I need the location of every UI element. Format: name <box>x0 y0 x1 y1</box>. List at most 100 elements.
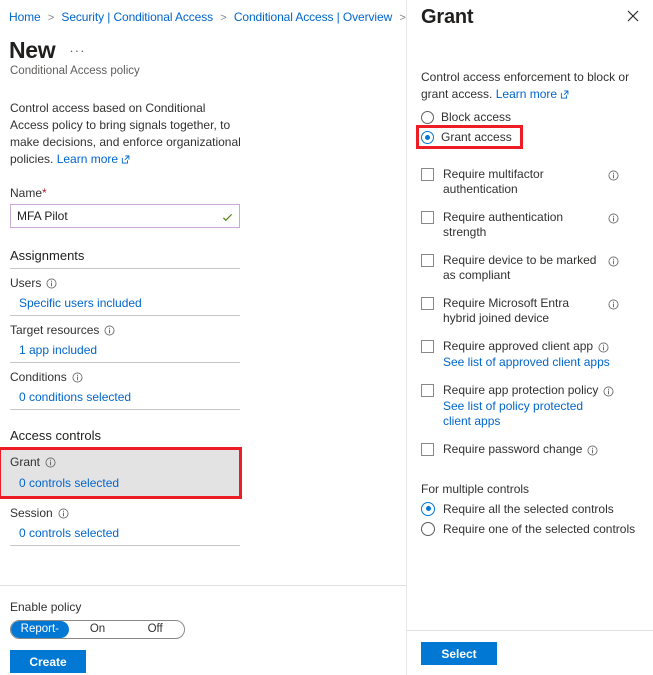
info-icon[interactable] <box>608 254 619 266</box>
radio-require-one-control[interactable]: Require one of the selected controls <box>421 516 643 536</box>
intro-learn-more-link[interactable]: Learn more <box>57 152 130 166</box>
control-label-row: Require device to be marked as compliant <box>443 253 643 283</box>
assignment-row-users: Users Specific users included <box>0 269 406 310</box>
breadcrumb-item-home[interactable]: Home <box>9 10 41 24</box>
checkbox[interactable] <box>421 167 434 181</box>
info-icon[interactable] <box>608 211 619 223</box>
control-label-row: Require multifactor authentication <box>443 167 643 197</box>
info-icon[interactable] <box>587 443 598 455</box>
grant-blade-header: Grant <box>407 0 653 29</box>
assignment-row-label: Conditions <box>10 370 406 384</box>
checkbox[interactable] <box>421 296 434 310</box>
control-require-device-marked-compliant[interactable]: Require device to be marked as compliant <box>421 253 643 296</box>
grant-label: Grant <box>10 455 41 469</box>
required-indicator: * <box>42 186 47 200</box>
external-link-icon <box>121 152 130 164</box>
control-text: Require device to be marked as compliant <box>434 253 643 283</box>
conditions-value-link[interactable]: 0 conditions selected <box>10 384 406 404</box>
radio-indicator <box>421 501 435 516</box>
info-icon[interactable] <box>608 297 619 309</box>
info-icon[interactable] <box>598 340 609 352</box>
toggle-option-on[interactable]: On <box>69 621 127 638</box>
assignments-heading: Assignments <box>10 248 85 263</box>
control-label-row: Require password change <box>443 442 643 457</box>
more-options-icon[interactable]: ··· <box>69 43 85 58</box>
checkbox[interactable] <box>421 253 434 267</box>
grant-blade: Grant Control access enforcement to bloc… <box>407 0 653 675</box>
grant-blade-body: Control access enforcement to block or g… <box>407 29 653 536</box>
new-policy-scroll-area: Home > Security | Conditional Access > C… <box>0 0 406 585</box>
radio-block-access[interactable]: Block access <box>421 103 643 124</box>
radio-grant-access[interactable]: Grant access <box>416 125 523 149</box>
control-text: Require password change <box>434 442 643 457</box>
select-button[interactable]: Select <box>421 642 497 665</box>
session-label: Session <box>10 506 53 520</box>
enable-policy-toggle[interactable]: Report-only On Off <box>10 620 185 639</box>
toggle-option-off[interactable]: Off <box>126 621 184 638</box>
breadcrumb: Home > Security | Conditional Access > C… <box>0 5 406 26</box>
learn-more-label: Learn more <box>495 87 558 101</box>
session-value-link[interactable]: 0 controls selected <box>10 520 406 540</box>
control-text: Require Microsoft Entra hybrid joined de… <box>434 296 643 326</box>
learn-more-label: Learn more <box>56 152 119 166</box>
info-icon[interactable] <box>603 384 614 396</box>
multiple-controls-heading: For multiple controls <box>421 481 530 496</box>
control-label-row: Require app protection policy <box>443 383 643 398</box>
users-value-link[interactable]: Specific users included <box>10 290 406 310</box>
create-button[interactable]: Create <box>10 650 86 673</box>
policy-footer: Enable policy Report-only On Off Create <box>0 585 406 675</box>
info-icon[interactable] <box>58 508 69 519</box>
control-label: Require Microsoft Entra hybrid joined de… <box>443 295 570 325</box>
grant-value-link[interactable]: 0 controls selected <box>10 469 240 490</box>
control-require-authentication-strength[interactable]: Require authentication strength <box>421 210 643 253</box>
control-label: Require password change <box>443 441 583 456</box>
external-link-icon <box>560 87 569 99</box>
checkbox[interactable] <box>421 339 434 353</box>
target-resources-value-link[interactable]: 1 app included <box>10 337 406 357</box>
control-label-row: Require approved client app <box>443 339 643 354</box>
grant-access-label: Grant access <box>441 130 512 144</box>
control-text: Require multifactor authentication <box>434 167 643 197</box>
session-row-label: Session <box>10 506 406 520</box>
control-label: Require app protection policy <box>443 382 599 397</box>
control-require-app-protection-policy[interactable]: Require app protection policy See list o… <box>421 383 643 442</box>
checkbox[interactable] <box>421 383 434 397</box>
conditions-label: Conditions <box>10 370 67 384</box>
enable-policy-label: Enable policy <box>10 600 82 614</box>
close-icon[interactable] <box>623 6 643 26</box>
grant-learn-more-link[interactable]: Learn more <box>496 87 569 101</box>
grant-description: Control access enforcement to block or g… <box>421 29 639 103</box>
info-icon[interactable] <box>104 325 115 336</box>
info-icon[interactable] <box>72 372 83 383</box>
control-require-password-change[interactable]: Require password change <box>421 442 643 470</box>
intro-text-block: Control access based on Conditional Acce… <box>0 77 245 168</box>
info-icon[interactable] <box>608 168 619 180</box>
breadcrumb-separator: > <box>47 12 55 24</box>
toggle-option-report-only[interactable]: Report-only <box>11 621 69 638</box>
control-require-entra-hybrid-joined-device[interactable]: Require Microsoft Entra hybrid joined de… <box>421 296 643 339</box>
divider <box>10 545 240 546</box>
policy-name-label: Name* <box>10 186 406 200</box>
breadcrumb-item-conditional-access-overview[interactable]: Conditional Access | Overview <box>234 10 392 24</box>
policy-name-input[interactable] <box>11 205 239 227</box>
breadcrumb-separator-trailing: > <box>399 12 406 24</box>
policy-protected-client-apps-link[interactable]: See list of policy protected client apps <box>443 399 613 429</box>
control-require-multifactor-authentication[interactable]: Require multifactor authentication <box>421 167 643 210</box>
grant-blade-footer: Select <box>407 630 653 675</box>
approved-client-apps-link[interactable]: See list of approved client apps <box>443 355 613 370</box>
info-icon[interactable] <box>45 457 56 468</box>
require-all-label: Require all the selected controls <box>443 501 614 516</box>
breadcrumb-separator: > <box>220 12 227 24</box>
control-require-approved-client-app[interactable]: Require approved client app See list of … <box>421 339 643 383</box>
checkbox[interactable] <box>421 442 434 456</box>
checkbox[interactable] <box>421 210 434 224</box>
breadcrumb-item-security-conditional-access[interactable]: Security | Conditional Access <box>61 10 213 24</box>
control-label: Require multifactor authentication <box>443 166 544 196</box>
control-label: Require approved client app <box>443 338 594 353</box>
block-access-label: Block access <box>441 110 512 124</box>
control-label: Require authentication strength <box>443 209 564 239</box>
radio-require-all-controls[interactable]: Require all the selected controls <box>421 496 643 516</box>
access-control-row-grant[interactable]: Grant 0 controls selected <box>0 447 242 499</box>
info-icon[interactable] <box>46 278 57 289</box>
assignment-row-target-resources: Target resources 1 app included <box>0 316 406 357</box>
